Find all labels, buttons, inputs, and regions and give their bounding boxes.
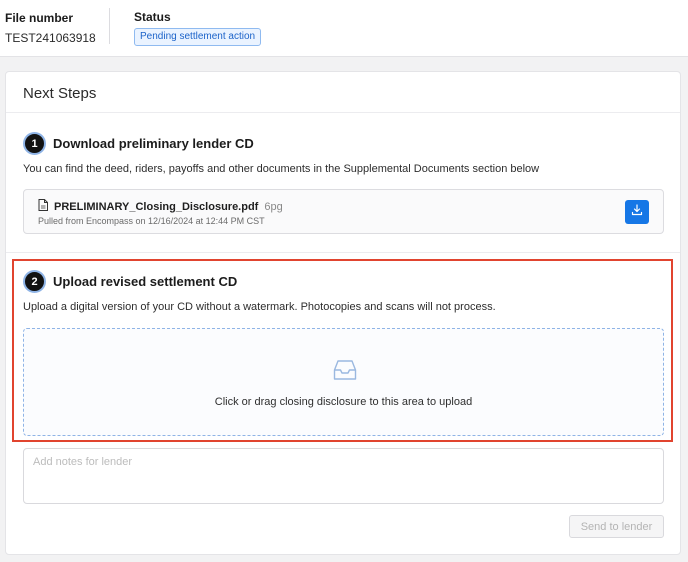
- status-block: Status Pending settlement action: [134, 10, 262, 46]
- dropzone-text: Click or drag closing disclosure to this…: [214, 396, 473, 408]
- file-header: File number TEST241063918 Status Pending…: [0, 0, 688, 57]
- step-2-description: Upload a digital version of your CD with…: [23, 301, 496, 313]
- file-number-block: File number TEST241063918: [5, 11, 96, 45]
- file-number-value: TEST241063918: [5, 31, 96, 45]
- card-title: Next Steps: [23, 85, 97, 102]
- send-to-lender-button[interactable]: Send to lender: [569, 515, 664, 538]
- file-meta: Pulled from Encompass on 12/16/2024 at 1…: [38, 216, 265, 226]
- file-icon: [38, 198, 48, 216]
- status-label: Status: [134, 10, 171, 24]
- section-divider: [6, 252, 680, 253]
- download-button[interactable]: [625, 200, 649, 224]
- file-page-count: 6pg: [264, 201, 283, 213]
- step-2-title: Upload revised settlement CD: [53, 274, 238, 289]
- step-1-description: You can find the deed, riders, payoffs a…: [23, 163, 540, 175]
- card-title-divider: [6, 112, 680, 113]
- status-badge: Pending settlement action: [134, 28, 262, 46]
- step-2-number: 2: [23, 270, 46, 293]
- upload-dropzone[interactable]: Click or drag closing disclosure to this…: [23, 328, 664, 436]
- file-name-line: PRELIMINARY_Closing_Disclosure.pdf 6pg: [38, 198, 283, 216]
- download-icon: [631, 203, 643, 221]
- file-name[interactable]: PRELIMINARY_Closing_Disclosure.pdf: [54, 201, 258, 213]
- step-1-number: 1: [23, 132, 46, 155]
- next-steps-card: Next Steps 1 Download preliminary lender…: [5, 71, 681, 555]
- file-number-label: File number: [5, 11, 74, 25]
- inbox-icon: [333, 359, 357, 386]
- preliminary-cd-file: PRELIMINARY_Closing_Disclosure.pdf 6pg P…: [23, 189, 664, 234]
- step-1-title: Download preliminary lender CD: [53, 136, 254, 151]
- lender-notes-input[interactable]: [23, 448, 664, 504]
- header-divider: [109, 8, 110, 44]
